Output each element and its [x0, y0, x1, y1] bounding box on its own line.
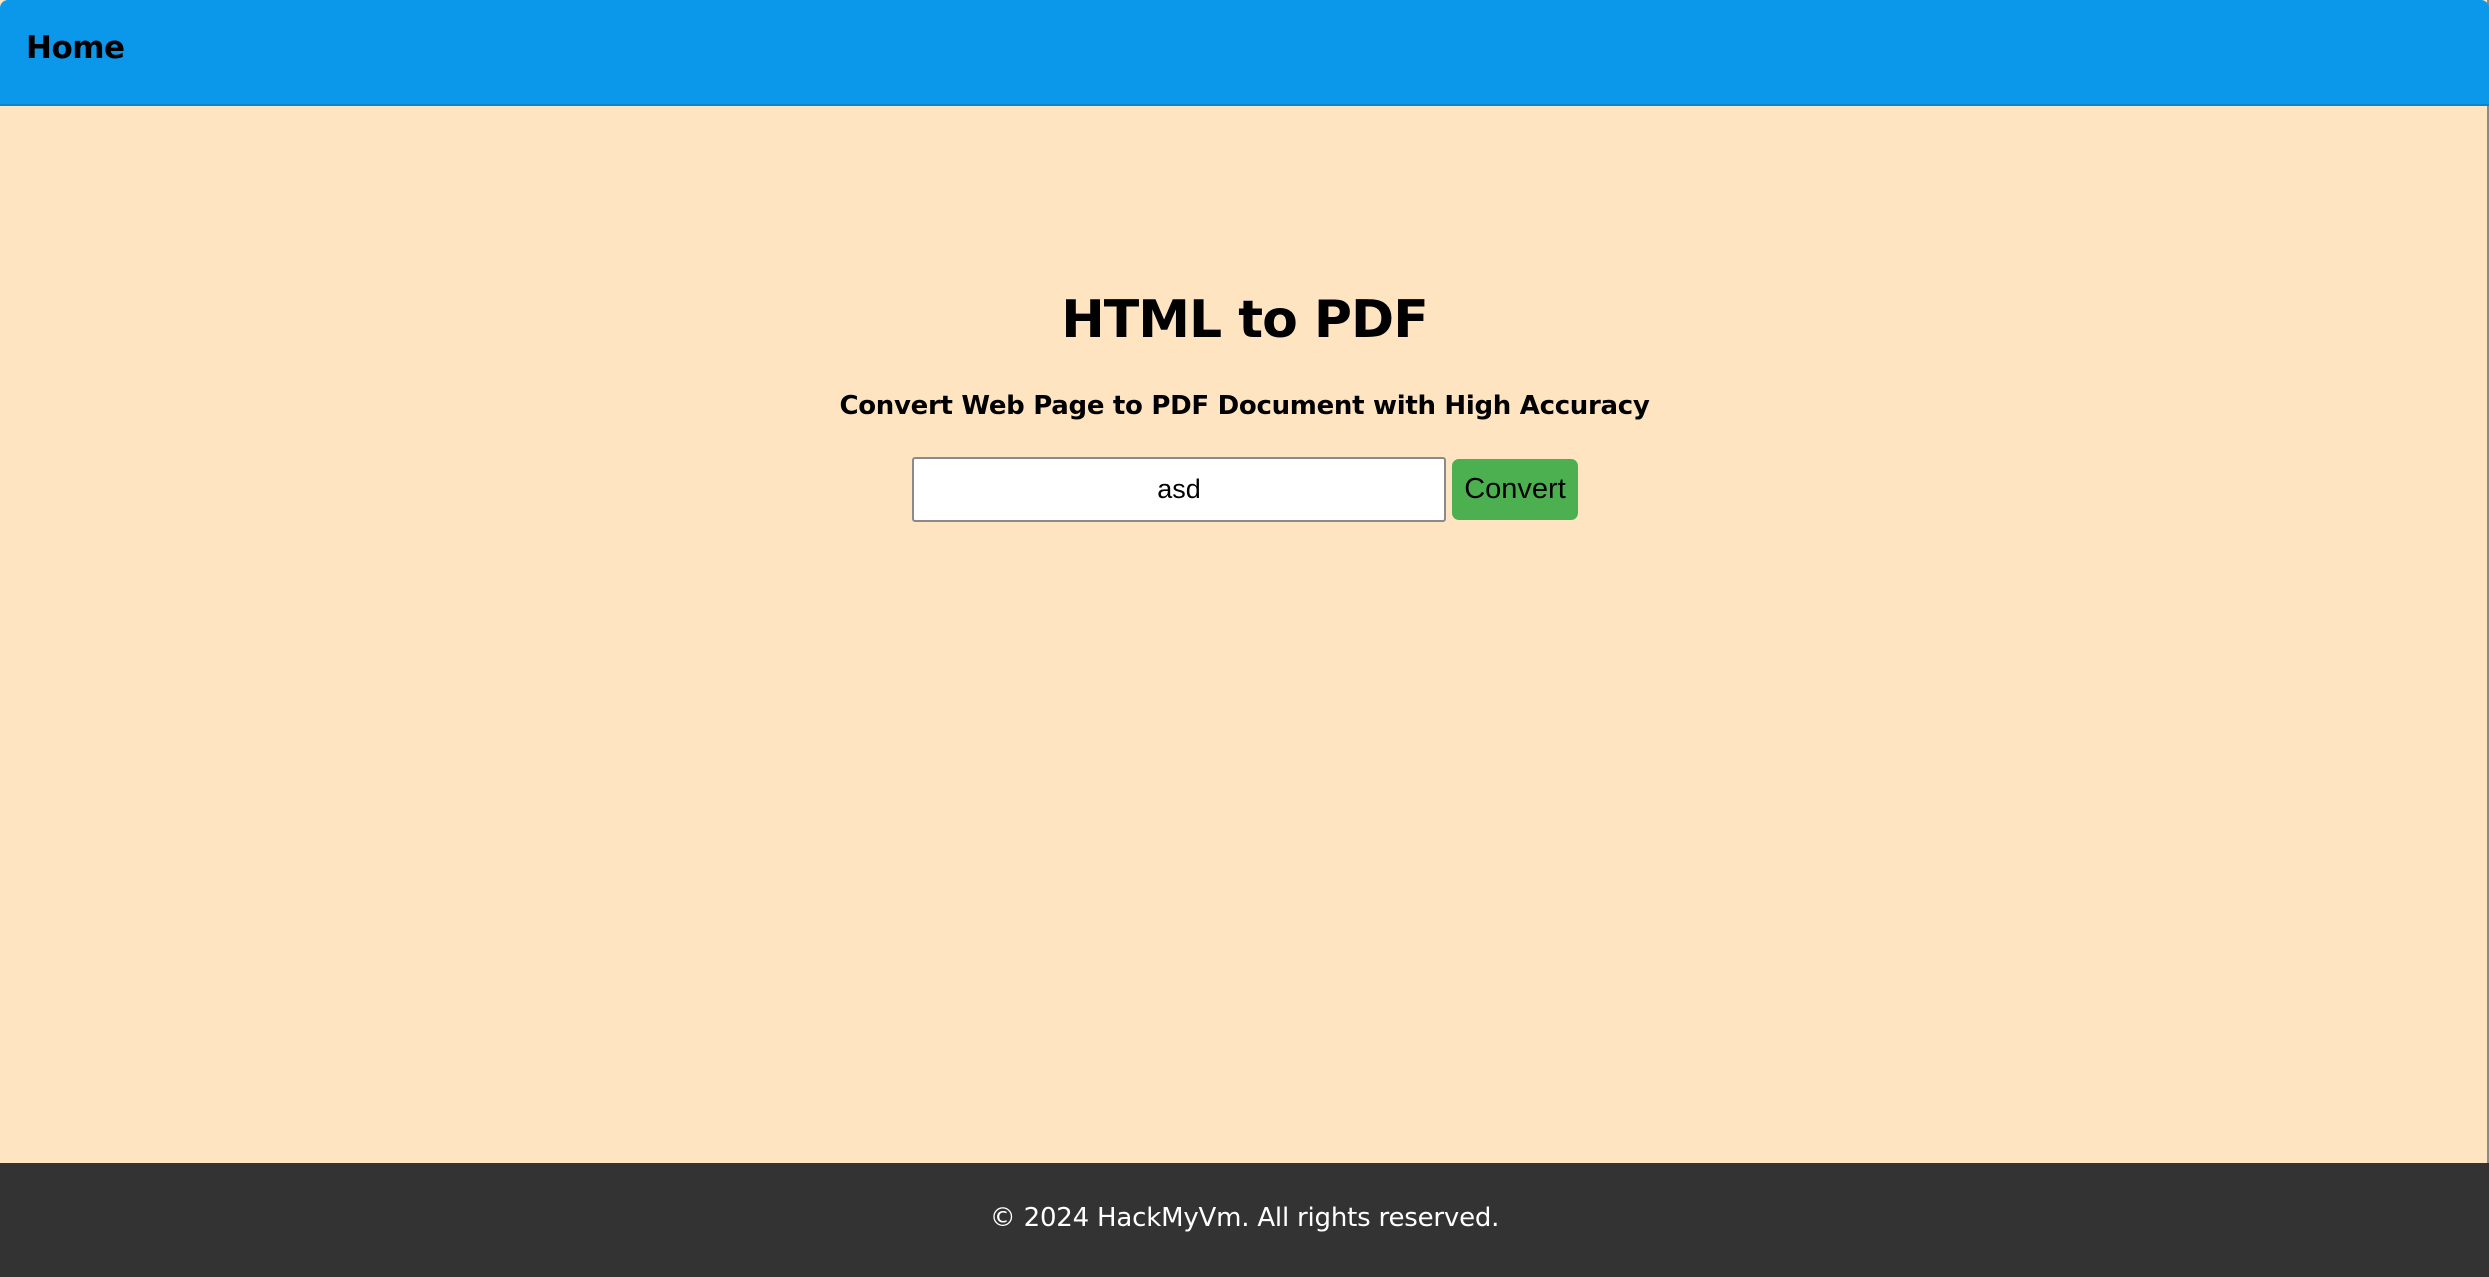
footer: © 2024 HackMyVm. All rights reserved.: [0, 1163, 2489, 1277]
top-navbar: Home: [0, 0, 2489, 106]
main-content: HTML to PDF Convert Web Page to PDF Docu…: [0, 106, 2489, 1163]
convert-button[interactable]: Convert: [1452, 459, 1578, 520]
url-input[interactable]: [912, 457, 1446, 522]
page-title: HTML to PDF: [1061, 290, 1428, 350]
page-subtitle: Convert Web Page to PDF Document with Hi…: [839, 391, 1650, 421]
footer-copyright: © 2024 HackMyVm. All rights reserved.: [989, 1203, 1500, 1233]
home-link[interactable]: Home: [26, 30, 125, 66]
page: Home HTML to PDF Convert Web Page to PDF…: [0, 0, 2489, 1277]
